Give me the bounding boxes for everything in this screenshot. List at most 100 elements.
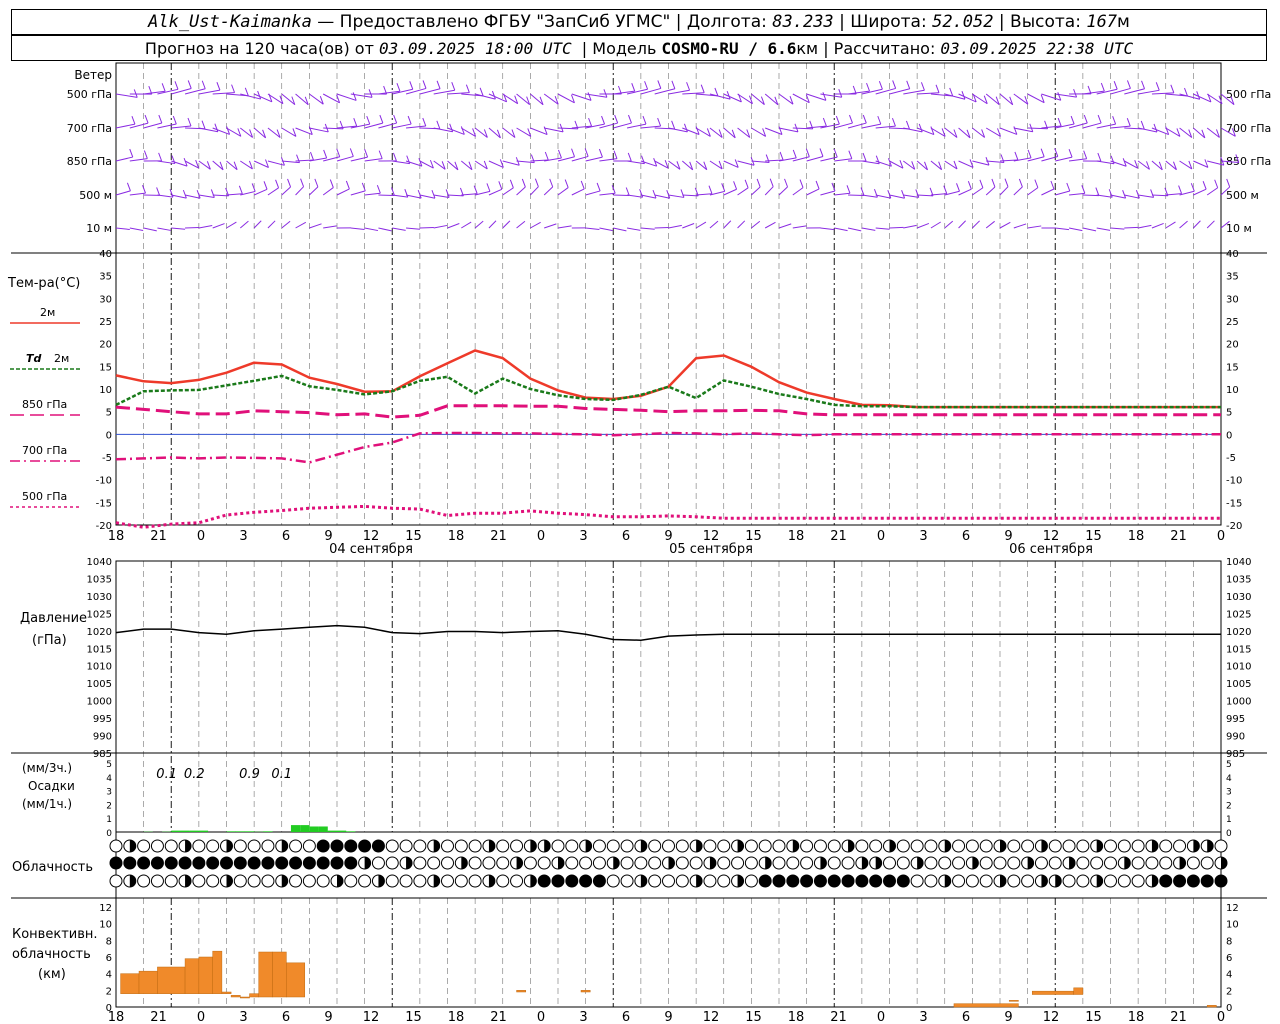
legend-td-label: Td <box>26 352 42 365</box>
cloud-cover-half <box>613 857 620 869</box>
wind-barb <box>1027 225 1042 229</box>
wind-barb <box>184 194 201 199</box>
wind-barb-feather <box>479 87 484 97</box>
temp-tick-label: 40 <box>99 249 112 260</box>
wind-barb <box>267 187 279 196</box>
wind-barb-feather <box>1073 88 1078 98</box>
cloud-cover-symbol <box>979 856 993 870</box>
temp-tick-label: 0 <box>106 430 112 441</box>
wind-barb <box>1138 224 1152 229</box>
wind-barb <box>1151 92 1174 95</box>
wind-barb <box>668 194 685 198</box>
cloud-cover-symbol <box>413 874 427 888</box>
wind-barb-feather <box>580 180 585 190</box>
wind-barb-feather <box>323 149 328 159</box>
cloud-cover-symbol <box>385 874 399 888</box>
wind-level-label-right: 500 гПа <box>1226 88 1271 101</box>
cloud-cover-symbol <box>731 856 745 870</box>
cloud-cover-symbol <box>358 839 372 853</box>
wind-barb <box>516 220 526 229</box>
cloud-cover-symbol <box>565 856 579 870</box>
wind-barb <box>723 188 737 196</box>
wind-level-label: 10 м <box>86 222 112 235</box>
wind-barb-feather <box>396 83 401 92</box>
hour-tick-label: 21 <box>150 1010 167 1024</box>
hour-tick-label: 6 <box>282 529 290 544</box>
wind-barb <box>848 194 865 197</box>
wind-barb-feather <box>598 148 603 158</box>
wind-barb-feather <box>1066 182 1071 192</box>
hour-tick-label: 15 <box>745 1010 762 1024</box>
cloud-cover-half <box>917 857 924 869</box>
wind-barb <box>295 221 307 229</box>
cloud-cover-symbol <box>302 856 316 870</box>
conv-cloud-bar <box>212 950 223 994</box>
cloud-cover-symbol <box>1048 839 1062 853</box>
wind-barb-feather <box>158 114 163 124</box>
wind-barb <box>350 190 366 196</box>
pressure-tick-label-right: 1030 <box>1226 592 1251 603</box>
precip-3h-label: (мм/3ч.) <box>22 761 72 775</box>
cloud-cover-symbol <box>648 856 662 870</box>
cloud-cover-half <box>1207 840 1214 852</box>
wind-barb-feather <box>1214 179 1219 188</box>
cloud-cover-symbol <box>1090 856 1104 870</box>
cloud-cover-half <box>226 875 233 887</box>
temp-tick-label: 15 <box>99 362 112 373</box>
precip-tick-label-right: 1 <box>1226 815 1232 825</box>
wind-barb-feather <box>498 181 503 190</box>
conv-tick-label: 2 <box>106 986 112 997</box>
cloud-cover-half <box>737 840 744 852</box>
wind-barb-feather <box>1040 148 1045 157</box>
wind-barb <box>226 193 243 196</box>
wind-barb <box>1179 220 1188 229</box>
wind-barb-feather <box>1155 82 1160 91</box>
cloud-cover-half <box>433 840 440 852</box>
cloud-cover-symbol <box>606 874 620 888</box>
wind-barb-feather <box>799 179 804 188</box>
wind-barb-feather <box>862 152 867 162</box>
cloud-cover-symbol <box>1159 856 1173 870</box>
wind-barb <box>281 186 291 196</box>
wind-barb-feather <box>652 189 657 199</box>
wind-barb <box>820 227 835 231</box>
cloud-cover-symbol <box>1145 856 1159 870</box>
wind-barb <box>475 93 496 100</box>
precip-bar <box>244 831 255 832</box>
wind-barb <box>115 156 133 162</box>
wind-barb <box>530 186 539 196</box>
pressure-tick-label-right: 1020 <box>1226 627 1251 638</box>
wind-barb-feather <box>878 81 883 90</box>
wind-barb-feather <box>588 117 593 127</box>
wind-barb-feather <box>1153 123 1158 133</box>
wind-level-label: 850 гПа <box>67 155 112 168</box>
meteogram: 1818212100336699121215151818212100336699… <box>7 62 1271 1024</box>
pressure-tick-label-right: 995 <box>1226 714 1245 725</box>
wind-barb <box>654 226 669 229</box>
wind-barb-feather <box>920 82 925 91</box>
wind-barb-feather <box>158 152 163 162</box>
cloud-cover-symbol <box>1007 856 1021 870</box>
wind-barb-feather <box>644 81 649 90</box>
conv-tick-label-right: 4 <box>1226 970 1232 981</box>
temp-tick-label-right: -15 <box>1226 498 1242 509</box>
wind-barb-feather <box>873 189 878 198</box>
wind-barb <box>930 221 941 229</box>
date-label: 05 сентября <box>669 542 753 557</box>
wind-barb-feather <box>345 180 350 190</box>
conv-tick-label-right: 0 <box>1226 1003 1232 1014</box>
cloud-cover-symbol <box>952 856 966 870</box>
wind-barb-feather <box>379 114 384 124</box>
wind-barb-feather <box>131 115 136 125</box>
cloud-cover-symbol <box>496 856 510 870</box>
hour-tick-label: 18 <box>788 529 805 544</box>
cloud-cover-symbol <box>1062 839 1076 853</box>
wind-barb-feather <box>866 82 871 92</box>
wind-barb-feather <box>287 178 292 188</box>
wind-barb-feather <box>1100 82 1105 92</box>
cloud-cover-symbol <box>385 856 399 870</box>
cloud-cover-symbol <box>592 839 606 853</box>
wind-barb-feather <box>1004 178 1009 187</box>
wind-barb-feather <box>564 179 569 188</box>
wind-barb <box>626 227 641 231</box>
